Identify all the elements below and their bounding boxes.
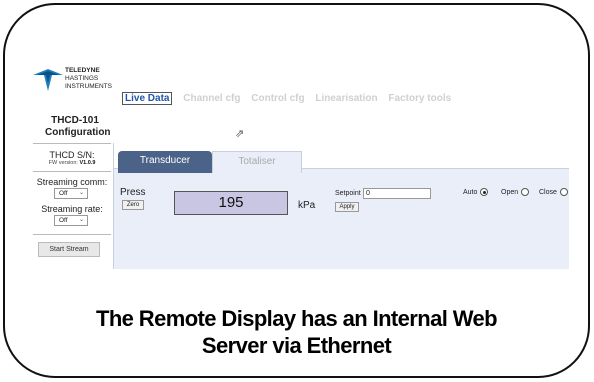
- mode-close-label: Close: [539, 188, 557, 196]
- panel-tab-bar: Transducer Totaliser: [114, 143, 569, 173]
- tab-linearisation[interactable]: Linearisation: [315, 93, 377, 104]
- apply-button[interactable]: Apply: [335, 202, 359, 212]
- mode-close[interactable]: Close: [539, 188, 568, 196]
- tab-factory-tools[interactable]: Factory tools: [388, 93, 451, 104]
- rounded-frame: TELEDYNE HASTINGS INSTRUMENTS THCD-101 C…: [3, 3, 590, 378]
- config-title-line2: Configuration: [45, 127, 111, 138]
- tab-control-cfg[interactable]: Control cfg: [251, 93, 304, 104]
- logo-line3: INSTRUMENTS: [65, 83, 112, 90]
- mode-auto[interactable]: Auto: [463, 188, 489, 196]
- top-nav: Live Data Channel cfg Control cfg Linear…: [122, 92, 459, 105]
- divider: [33, 171, 111, 172]
- zero-button[interactable]: Zero: [122, 200, 144, 210]
- config-title: THCD-101 Configuration: [45, 115, 111, 139]
- streaming-comm-label: Streaming comm:: [36, 177, 108, 187]
- radio-open[interactable]: [521, 188, 530, 196]
- streaming-rate-select[interactable]: Off ⌄: [54, 215, 88, 226]
- press-label: Press: [120, 187, 146, 198]
- logo-line2: HASTINGS: [65, 75, 99, 82]
- pressure-value-display: 195: [174, 191, 288, 215]
- streaming-rate-label: Streaming rate:: [41, 204, 103, 214]
- serial-number-label: THCD S/N:: [49, 150, 95, 160]
- live-data-panel: Transducer Totaliser Press Zero 195 kPa …: [113, 143, 569, 269]
- streaming-rate-value: Off: [59, 217, 68, 224]
- tab-totaliser[interactable]: Totaliser: [212, 151, 302, 173]
- mode-open[interactable]: Open: [501, 188, 530, 196]
- streaming-comm-select[interactable]: Off ⌄: [54, 188, 88, 199]
- divider: [33, 143, 111, 144]
- radio-auto[interactable]: [480, 188, 489, 196]
- pressure-unit: kPa: [298, 200, 316, 211]
- mode-open-label: Open: [501, 188, 519, 196]
- start-stream-button[interactable]: Start Stream: [38, 242, 100, 257]
- fw-label: FW version:: [48, 160, 78, 166]
- web-ui-screenshot: TELEDYNE HASTINGS INSTRUMENTS THCD-101 C…: [27, 59, 569, 269]
- streaming-comm-value: Off: [59, 190, 68, 197]
- radio-close[interactable]: [559, 188, 568, 196]
- teledyne-logo: TELEDYNE HASTINGS INSTRUMENTS: [33, 65, 123, 99]
- logo-text: TELEDYNE HASTINGS INSTRUMENTS: [65, 67, 112, 91]
- teledyne-logo-icon: [33, 69, 63, 91]
- setpoint-label: Setpoint: [335, 190, 361, 197]
- logo-brand: TELEDYNE: [65, 67, 100, 74]
- tab-channel-cfg[interactable]: Channel cfg: [183, 93, 240, 104]
- chevron-down-icon: ⌄: [78, 190, 84, 196]
- caption-line1: The Remote Display has an Internal Web: [95, 306, 498, 331]
- fw-value: V1.0.9: [79, 160, 96, 166]
- tab-live-data[interactable]: Live Data: [122, 92, 173, 105]
- tab-transducer[interactable]: Transducer: [118, 151, 212, 173]
- config-title-line1: THCD-101: [51, 115, 99, 126]
- chevron-down-icon: ⌄: [78, 217, 84, 223]
- caption: The Remote Display has an Internal Web S…: [5, 305, 588, 359]
- setpoint-input[interactable]: 0: [363, 188, 431, 199]
- firmware-version: FW version: V1.0.9: [35, 160, 109, 166]
- caption-line2: Server via Ethernet: [201, 333, 392, 358]
- mouse-cursor-icon: ⇗: [235, 128, 245, 140]
- divider: [33, 234, 111, 235]
- mode-auto-label: Auto: [463, 188, 478, 196]
